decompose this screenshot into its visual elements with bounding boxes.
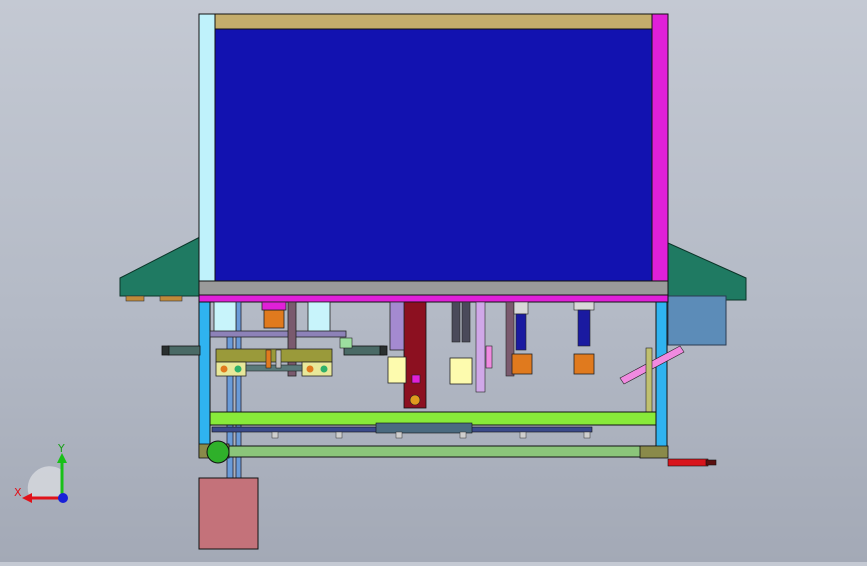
pink-stub <box>485 345 493 369</box>
right-post-upper <box>651 13 669 297</box>
x-axis-label: X <box>14 486 22 499</box>
left-cylinder-end <box>161 345 170 356</box>
purple-bar-top <box>209 330 347 338</box>
cad-viewport[interactable] <box>0 0 867 562</box>
main-panel <box>214 28 653 282</box>
dark-rod-1 <box>451 301 461 343</box>
yellow-box-right <box>449 357 473 385</box>
clamp-dot-4 <box>320 365 328 373</box>
right-side-box <box>667 295 727 346</box>
lavender-rod <box>475 301 486 393</box>
gripper-4-cap <box>573 301 595 311</box>
top-beam <box>214 13 653 30</box>
cyan-block-2 <box>307 301 331 333</box>
clamp-dot-2 <box>234 365 242 373</box>
green-sensor <box>339 337 353 349</box>
gripper-3-cyl <box>515 313 527 351</box>
long-cylinder <box>375 422 473 434</box>
red-cylinder-tip <box>705 459 717 466</box>
left-bolts <box>125 295 183 302</box>
clamp-link-bar <box>245 364 303 372</box>
gripper-left-cap <box>261 301 287 311</box>
red-cylinder <box>667 458 709 467</box>
short-post <box>265 349 272 369</box>
cyan-block-1 <box>213 301 237 333</box>
lower-green-bar <box>209 445 657 458</box>
gripper-4-cyl <box>577 309 591 347</box>
clamp-dot-1 <box>220 365 228 373</box>
right-guide-rod <box>645 347 653 419</box>
base-right-corner <box>639 445 669 459</box>
olive-bar <box>215 348 333 363</box>
dark-rod-2 <box>461 301 471 343</box>
rose-cabinet <box>198 477 259 550</box>
right-cylinder-end <box>379 345 388 356</box>
gripper-3-body <box>511 353 533 375</box>
y-axis-label: Y <box>57 442 65 455</box>
magenta-beam <box>198 294 669 303</box>
center-orange-wheel <box>409 394 421 406</box>
x-axis-head <box>22 493 32 503</box>
left-roof-wing <box>119 236 201 297</box>
right-column <box>655 301 668 458</box>
center-column <box>403 301 427 409</box>
grey-beam <box>198 280 669 296</box>
short-post-2 <box>275 349 282 369</box>
green-hub <box>206 440 230 464</box>
z-axis-dot <box>58 493 68 503</box>
triad-base-shade <box>27 466 62 498</box>
center-bolt <box>411 374 421 384</box>
coordinate-triad: X Y <box>10 440 80 510</box>
right-roof-wing <box>667 242 747 301</box>
left-column <box>198 301 211 458</box>
purple-plate <box>389 301 405 351</box>
left-cylinder-shaft <box>167 345 201 356</box>
left-post-upper <box>198 13 216 297</box>
yellow-box-left <box>387 356 407 384</box>
clamp-dot-3 <box>306 365 314 373</box>
gripper-4-body <box>573 353 595 375</box>
gripper-3-cap <box>513 301 529 315</box>
gripper-left-body <box>263 309 285 329</box>
